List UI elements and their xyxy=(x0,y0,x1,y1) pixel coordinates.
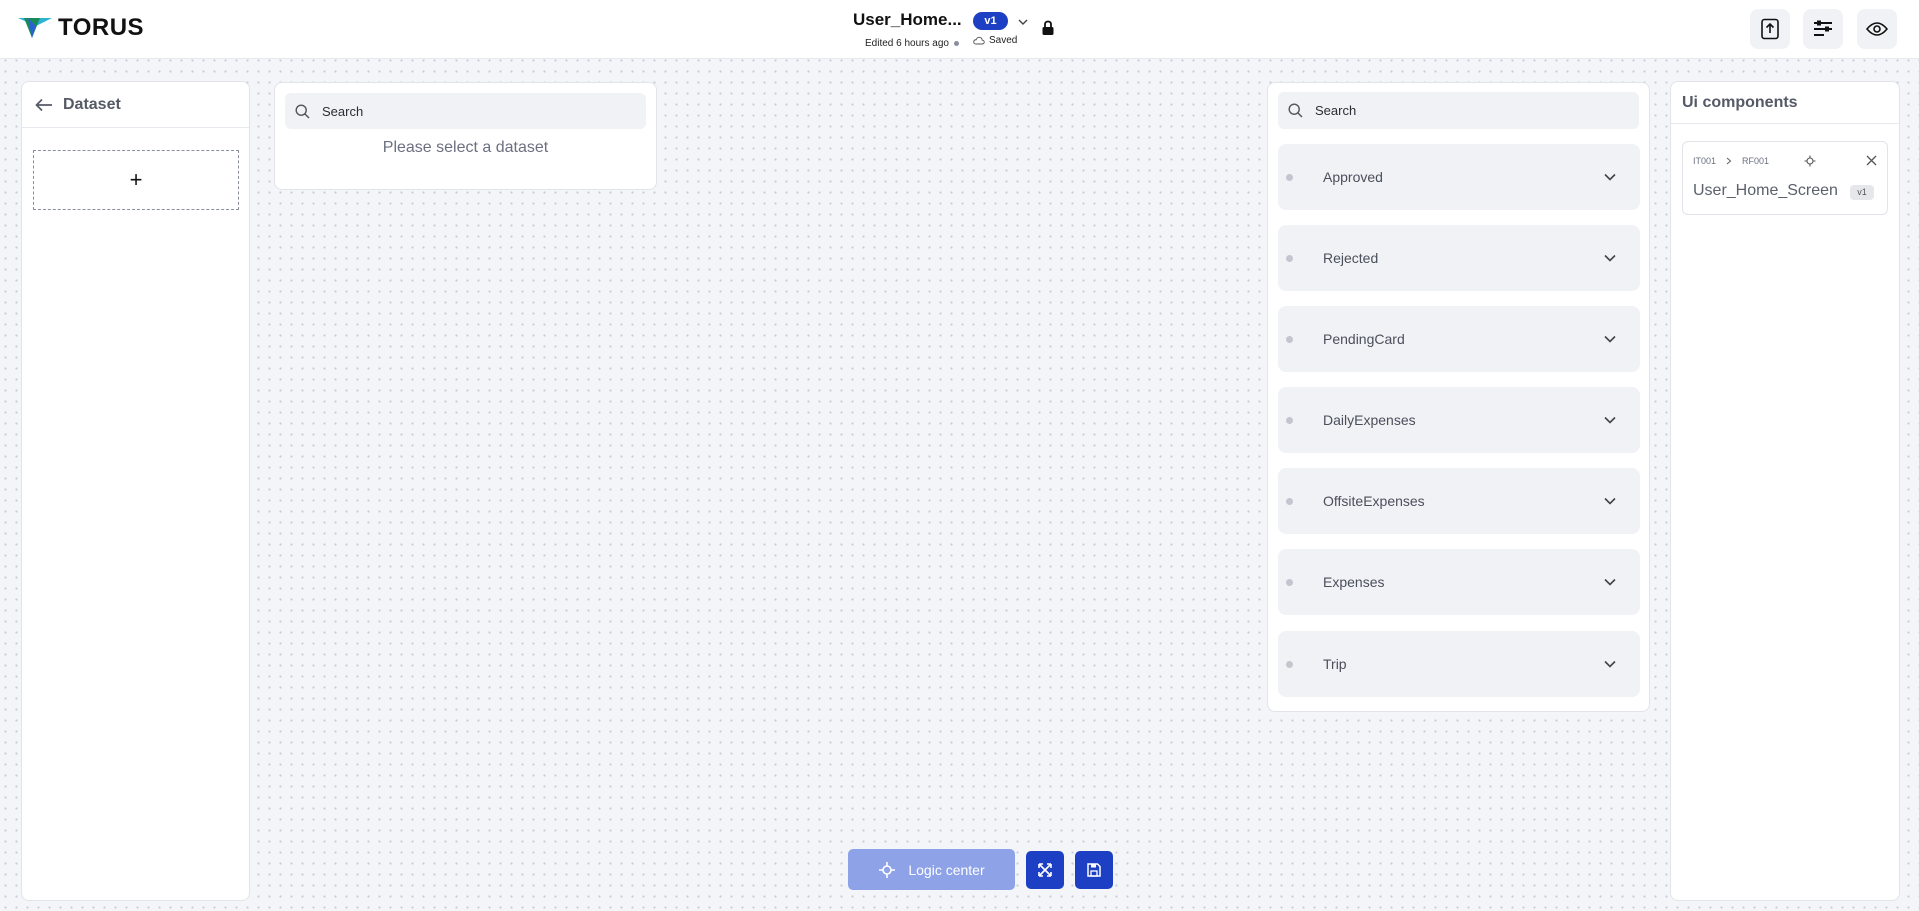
dataset-panel-header: Dataset xyxy=(22,82,249,128)
component-list-panel: Approved Rejected PendingCard DailyExpen… xyxy=(1267,82,1650,712)
dataset-search-box xyxy=(285,93,646,129)
chevron-down-icon[interactable] xyxy=(1604,497,1616,505)
drag-handle-icon[interactable] xyxy=(1286,497,1293,505)
breadcrumb: IT001 RF001 xyxy=(1693,156,1769,166)
drag-handle-icon[interactable] xyxy=(1286,578,1293,586)
accordion-item-expenses[interactable]: Expenses xyxy=(1278,549,1640,615)
edited-time: Edited 6 hours ago xyxy=(865,38,949,49)
empty-state-message: Please select a dataset xyxy=(382,139,549,156)
back-arrow-icon[interactable] xyxy=(35,98,53,112)
status-dot-icon xyxy=(953,41,959,46)
save-button[interactable] xyxy=(1075,851,1113,889)
upload-button[interactable] xyxy=(1750,9,1790,49)
logic-center-icon xyxy=(879,861,896,878)
component-version-badge: v1 xyxy=(1850,185,1874,200)
document-title-wrap: User_Home... xyxy=(853,10,962,30)
save-icon xyxy=(1087,863,1101,877)
brand-logo[interactable]: TORUS xyxy=(18,14,144,42)
accordion-item-offsiteexpenses[interactable]: OffsiteExpenses xyxy=(1278,468,1640,534)
dataset-panel-title: Dataset xyxy=(63,95,121,113)
chevron-down-icon[interactable] xyxy=(1604,660,1616,668)
close-icon[interactable] xyxy=(1866,155,1877,166)
accordion-label: Rejected xyxy=(1323,250,1379,266)
edited-status: Edited 6 hours ago xyxy=(865,38,959,49)
dataset-mapping-panel: Please select a dataset xyxy=(274,82,657,190)
drag-handle-icon[interactable] xyxy=(1286,173,1293,181)
ui-components-title: Ui components xyxy=(1682,93,1798,111)
chevron-down-icon[interactable] xyxy=(1604,173,1616,181)
logic-center-label: Logic center xyxy=(908,861,985,878)
target-icon[interactable] xyxy=(1804,155,1816,167)
chevron-down-icon[interactable] xyxy=(1604,578,1616,586)
accordion-item-dailyexpenses[interactable]: DailyExpenses xyxy=(1278,387,1640,453)
chevron-right-icon xyxy=(1726,157,1732,165)
dataset-search-input[interactable] xyxy=(322,103,542,119)
upload-icon xyxy=(1761,18,1779,40)
accordion-label: PendingCard xyxy=(1323,331,1405,347)
ui-component-card[interactable]: IT001 RF001 User_Home_Screen v1 xyxy=(1682,141,1888,215)
logic-center-button[interactable]: Logic center xyxy=(848,849,1015,890)
torus-logo-icon xyxy=(18,18,52,38)
version-dropdown-chevron-icon[interactable] xyxy=(1018,14,1028,32)
component-search-input[interactable] xyxy=(1315,103,1535,118)
drag-handle-icon[interactable] xyxy=(1286,660,1293,668)
accordion-label: Trip xyxy=(1323,656,1347,672)
chevron-down-icon[interactable] xyxy=(1604,254,1616,262)
component-search-box xyxy=(1278,92,1639,129)
drag-handle-icon[interactable] xyxy=(1286,335,1293,343)
breadcrumb-item[interactable]: IT001 xyxy=(1693,156,1716,166)
chevron-down-icon[interactable] xyxy=(1604,416,1616,424)
accordion-label: Approved xyxy=(1323,169,1383,185)
add-dataset-button[interactable]: + xyxy=(33,150,239,210)
expand-arrows-icon xyxy=(1038,863,1052,877)
brand-name: TORUS xyxy=(58,14,145,41)
search-icon xyxy=(295,103,310,119)
top-header: TORUS User_Home... Edited 6 hours ago v1… xyxy=(0,0,1919,59)
chevron-down-icon[interactable] xyxy=(1604,335,1616,343)
accordion-item-approved[interactable]: Approved xyxy=(1278,144,1640,210)
accordion-label: Expenses xyxy=(1323,574,1385,590)
save-status-label: Saved xyxy=(989,35,1018,46)
eye-icon xyxy=(1866,22,1888,36)
ui-components-panel: Ui components IT001 RF001 User_Home_Scre… xyxy=(1670,81,1900,901)
breadcrumb-item[interactable]: RF001 xyxy=(1742,156,1769,166)
sliders-icon xyxy=(1814,20,1832,36)
accordion-label: DailyExpenses xyxy=(1323,412,1416,428)
version-badge[interactable]: v1 xyxy=(973,12,1008,30)
filter-settings-button[interactable] xyxy=(1803,9,1843,49)
component-name: User_Home_Screen xyxy=(1693,182,1838,199)
cloud-icon xyxy=(973,36,985,44)
drag-handle-icon[interactable] xyxy=(1286,254,1293,262)
accordion-item-trip[interactable]: Trip xyxy=(1278,631,1640,697)
accordion-label: OffsiteExpenses xyxy=(1323,493,1425,509)
document-title[interactable]: User_Home... xyxy=(853,10,962,29)
fit-view-button[interactable] xyxy=(1026,851,1064,889)
accordion-item-pendingcard[interactable]: PendingCard xyxy=(1278,306,1640,372)
drag-handle-icon[interactable] xyxy=(1286,416,1293,424)
preview-button[interactable] xyxy=(1857,9,1897,49)
ui-components-header: Ui components xyxy=(1671,82,1899,124)
accordion-item-rejected[interactable]: Rejected xyxy=(1278,225,1640,291)
search-icon xyxy=(1288,103,1303,118)
dataset-panel: Dataset + xyxy=(21,81,250,901)
save-status: Saved xyxy=(973,35,1017,46)
lock-icon[interactable] xyxy=(1041,20,1055,41)
